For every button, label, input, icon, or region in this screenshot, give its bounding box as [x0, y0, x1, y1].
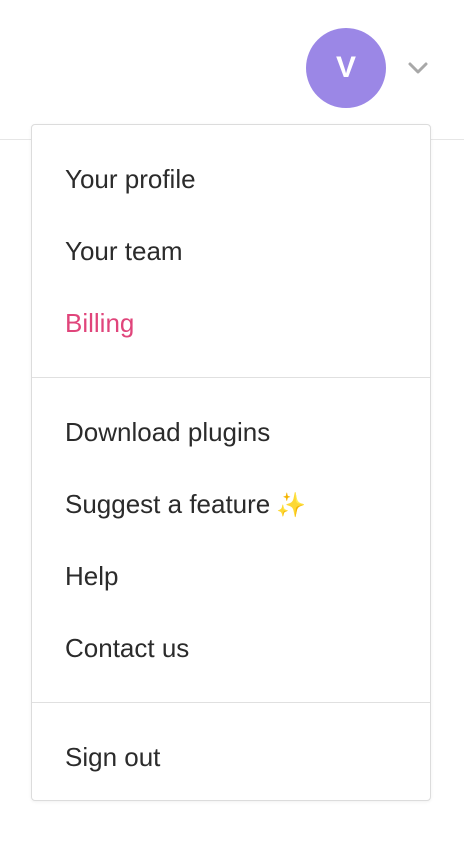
menu-item-your-team[interactable]: Your team: [32, 215, 430, 287]
account-dropdown-menu: Your profile Your team Billing Download …: [31, 124, 431, 801]
menu-item-billing[interactable]: Billing: [32, 287, 430, 359]
menu-item-your-profile[interactable]: Your profile: [32, 143, 430, 215]
avatar[interactable]: V: [306, 28, 386, 108]
sparkles-icon: ✨: [276, 492, 307, 519]
menu-item-help[interactable]: Help: [32, 540, 430, 612]
menu-item-contact-us[interactable]: Contact us: [32, 612, 430, 684]
page: V Your profile Your team Billing Downloa…: [0, 0, 464, 844]
menu-item-label: Your profile: [65, 164, 196, 194]
menu-group-session: Sign out: [32, 703, 430, 811]
chevron-down-icon[interactable]: [404, 54, 432, 82]
menu-group-resources: Download plugins Suggest a feature ✨ Help…: [32, 378, 430, 702]
menu-item-sign-out[interactable]: Sign out: [32, 721, 430, 793]
menu-item-label: Contact us: [65, 633, 190, 663]
avatar-letter: V: [335, 51, 356, 84]
menu-item-label: Download plugins: [65, 417, 271, 447]
menu-item-label: Billing: [65, 308, 135, 338]
menu-item-label: Suggest a feature: [65, 489, 271, 519]
menu-item-label: Your team: [65, 236, 183, 266]
menu-item-label: Help: [65, 561, 119, 591]
menu-item-label: Sign out: [65, 742, 161, 772]
menu-group-account: Your profile Your team Billing: [32, 125, 430, 377]
menu-item-download-plugins[interactable]: Download plugins: [32, 396, 430, 468]
menu-item-suggest-a-feature[interactable]: Suggest a feature ✨: [32, 468, 430, 540]
